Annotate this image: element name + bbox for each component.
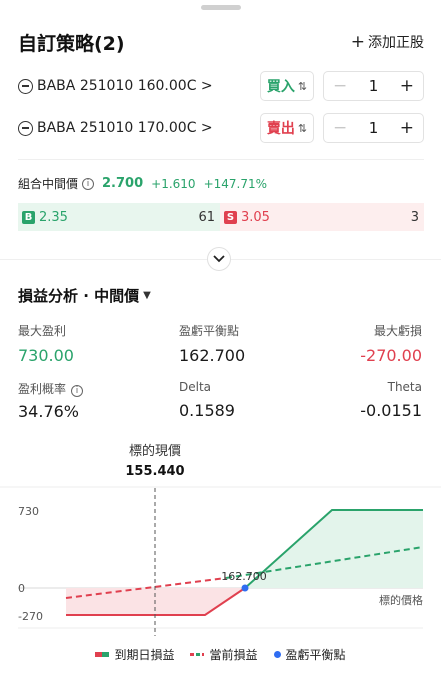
option-leg-1: BABA 251010 160.00C > 買入 ⇅ − 1 + [18, 70, 424, 102]
combo-change-pct: +147.71% [203, 176, 268, 191]
info-icon[interactable]: i [71, 385, 84, 397]
y-tick-label: 730 [18, 505, 39, 518]
bid-side[interactable]: B 2.35 61 [18, 203, 220, 231]
option-leg-2: BABA 251010 170.00C > 賣出 ⇅ − 1 + [18, 112, 424, 144]
legend-expiry-pnl: 到期日損益 [95, 646, 174, 663]
dashed-line-icon [190, 653, 205, 656]
caret-down-icon: ▼ [143, 290, 151, 301]
bid-tag: B [22, 210, 35, 224]
leg-contract[interactable]: BABA 251010 170.00C > [37, 120, 260, 136]
profit-prob-stat: 盈利概率 i 34.76% [18, 380, 91, 421]
y-tick-label: -270 [18, 610, 43, 623]
legend-breakeven: 盈虧平衡點 [273, 646, 346, 663]
strategy-header: 自訂策略(2) + 添加正股 [18, 26, 424, 58]
x-axis-label: 標的價格 [379, 593, 423, 607]
side-label: 賣出 [266, 121, 295, 137]
max-profit-stat: 最大盈利 730.00 [18, 322, 74, 365]
increment-button[interactable]: + [400, 76, 414, 96]
stat-label: 盈利概率 i [18, 380, 91, 397]
bid-size: 61 [198, 209, 215, 225]
bid-price: 2.35 [39, 209, 68, 225]
side-label: 買入 [266, 79, 295, 95]
spot-price-label: 標的現價 [129, 443, 181, 459]
legend-label: 當前損益 [209, 648, 258, 662]
swap-icon: ⇅ [297, 79, 308, 93]
legend-current-pnl: 當前損益 [190, 646, 258, 663]
info-icon[interactable]: i [82, 177, 95, 190]
page-title: 自訂策略(2) [18, 32, 125, 55]
bid-ask-bar: B 2.35 61 S 3.05 3 [18, 203, 424, 231]
profit-area [245, 510, 423, 588]
breakeven-stat: 盈虧平衡點 162.700 [179, 322, 245, 365]
max-loss-stat: 最大虧損 -270.00 [360, 322, 422, 365]
analysis-title[interactable]: 損益分析 · 中間價 ▼ [18, 285, 151, 306]
combo-change: +1.610 [151, 176, 196, 191]
y-tick-label: 0 [18, 582, 25, 595]
decrement-button[interactable]: − [333, 118, 347, 138]
breakeven-point [241, 584, 249, 592]
ask-size: 3 [410, 209, 419, 225]
combo-label: 組合中間價 [18, 177, 79, 191]
add-stock-label: 添加正股 [368, 35, 424, 51]
drag-handle[interactable] [201, 5, 241, 10]
quantity-stepper: − 1 + [323, 113, 424, 143]
delta-stat: Delta 0.1589 [179, 380, 235, 420]
swap-icon: ⇅ [297, 121, 308, 135]
remove-leg-icon[interactable] [18, 120, 33, 136]
ask-price: 3.05 [241, 209, 270, 225]
stat-value: 0.1589 [179, 401, 235, 420]
stat-label: Delta [179, 380, 212, 394]
leg-contract[interactable]: BABA 251010 160.00C > [37, 78, 260, 94]
quantity-value[interactable]: 1 [369, 77, 379, 95]
stat-label: Theta [387, 380, 422, 394]
ask-side[interactable]: S 3.05 3 [220, 203, 424, 231]
stat-label: 最大盈利 [18, 324, 67, 338]
stat-value: 34.76% [18, 402, 80, 421]
decrement-button[interactable]: − [333, 76, 347, 96]
ask-tag: S [224, 210, 237, 224]
pnl-chart[interactable]: 標的現價 155.440 730 0 -270 162.700 標的價格 [0, 440, 441, 640]
combo-mid-price: 組合中間價 i 2.700 +1.610 +147.71% [18, 175, 267, 192]
analysis-title-text: 損益分析 · 中間價 [18, 287, 140, 305]
divider [18, 159, 424, 160]
breakeven-label: 162.700 [221, 570, 267, 583]
stat-value: 162.700 [179, 346, 246, 365]
dot-icon [273, 651, 281, 658]
increment-button[interactable]: + [400, 118, 414, 138]
stat-value: 730.00 [18, 346, 74, 365]
quantity-stepper: − 1 + [323, 71, 424, 101]
legend-label: 盈虧平衡點 [285, 648, 346, 662]
expand-button[interactable] [207, 247, 231, 271]
quantity-value[interactable]: 1 [369, 119, 379, 137]
solid-line-icon [95, 652, 110, 657]
legend-label: 到期日損益 [114, 648, 175, 662]
stat-label: 最大虧損 [373, 324, 422, 338]
stat-value: -270.00 [360, 346, 422, 365]
stat-label: 盈虧平衡點 [179, 324, 240, 338]
stat-value: -0.0151 [360, 401, 422, 420]
buy-sell-toggle[interactable]: 賣出 ⇅ [260, 113, 314, 143]
combo-price: 2.700 [102, 176, 144, 191]
add-stock-button[interactable]: + 添加正股 [351, 32, 424, 52]
spot-price-value: 155.440 [125, 464, 184, 479]
buy-sell-toggle[interactable]: 買入 ⇅ [260, 71, 314, 101]
remove-leg-icon[interactable] [18, 78, 33, 94]
chart-legend: 到期日損益 當前損益 盈虧平衡點 [0, 646, 441, 663]
theta-stat: Theta -0.0151 [360, 380, 422, 420]
plus-icon: + [350, 32, 365, 52]
chevron-down-icon [213, 255, 225, 263]
